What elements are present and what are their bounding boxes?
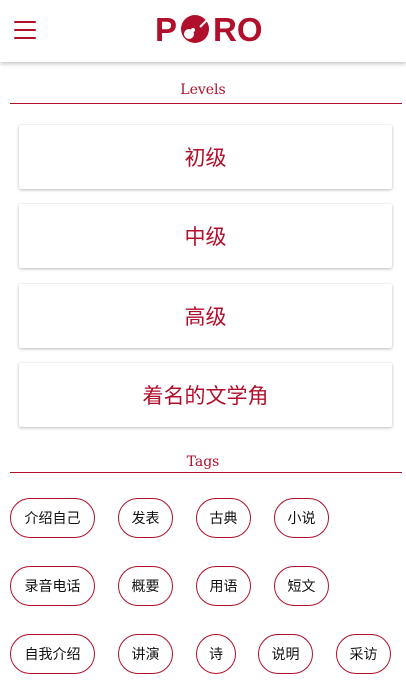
app-bar: P RO — [0, 0, 406, 62]
tag-speech[interactable]: 讲演 — [118, 634, 173, 674]
level-card-beginner[interactable]: 初级 — [19, 125, 392, 189]
tag-self-introduction[interactable]: 自我介绍 — [10, 634, 95, 674]
level-card-advanced[interactable]: 高级 — [19, 284, 392, 348]
tag-interview[interactable]: 采访 — [336, 634, 391, 674]
tags-section-title: Tags — [186, 454, 220, 470]
levels-section-title: Levels — [180, 82, 226, 98]
tag-short-essay[interactable]: 短文 — [274, 566, 329, 606]
tag-recorded-call[interactable]: 录音电话 — [10, 566, 95, 606]
logo-letter-p: P — [155, 11, 178, 48]
ping-pong-paddle-icon — [181, 15, 210, 43]
tag-publish[interactable]: 发表 — [118, 498, 173, 538]
hamburger-menu-icon[interactable] — [14, 21, 36, 39]
level-card-intermediate[interactable]: 中级 — [19, 204, 392, 268]
logo-letters-ro: RO — [213, 11, 263, 48]
tag-introduce-yourself[interactable]: 介绍自己 — [10, 498, 95, 538]
tag-explanation[interactable]: 说明 — [258, 634, 313, 674]
tag-classical[interactable]: 古典 — [196, 498, 251, 538]
tag-poem[interactable]: 诗 — [196, 634, 236, 674]
level-card-famous-literature[interactable]: 着名的文学角 — [19, 363, 392, 427]
app-logo: P RO — [155, 8, 263, 52]
tags-divider — [10, 472, 402, 473]
tag-summary[interactable]: 概要 — [118, 566, 173, 606]
tag-terminology[interactable]: 用语 — [196, 566, 251, 606]
levels-divider — [10, 103, 402, 104]
tag-novel[interactable]: 小说 — [274, 498, 329, 538]
